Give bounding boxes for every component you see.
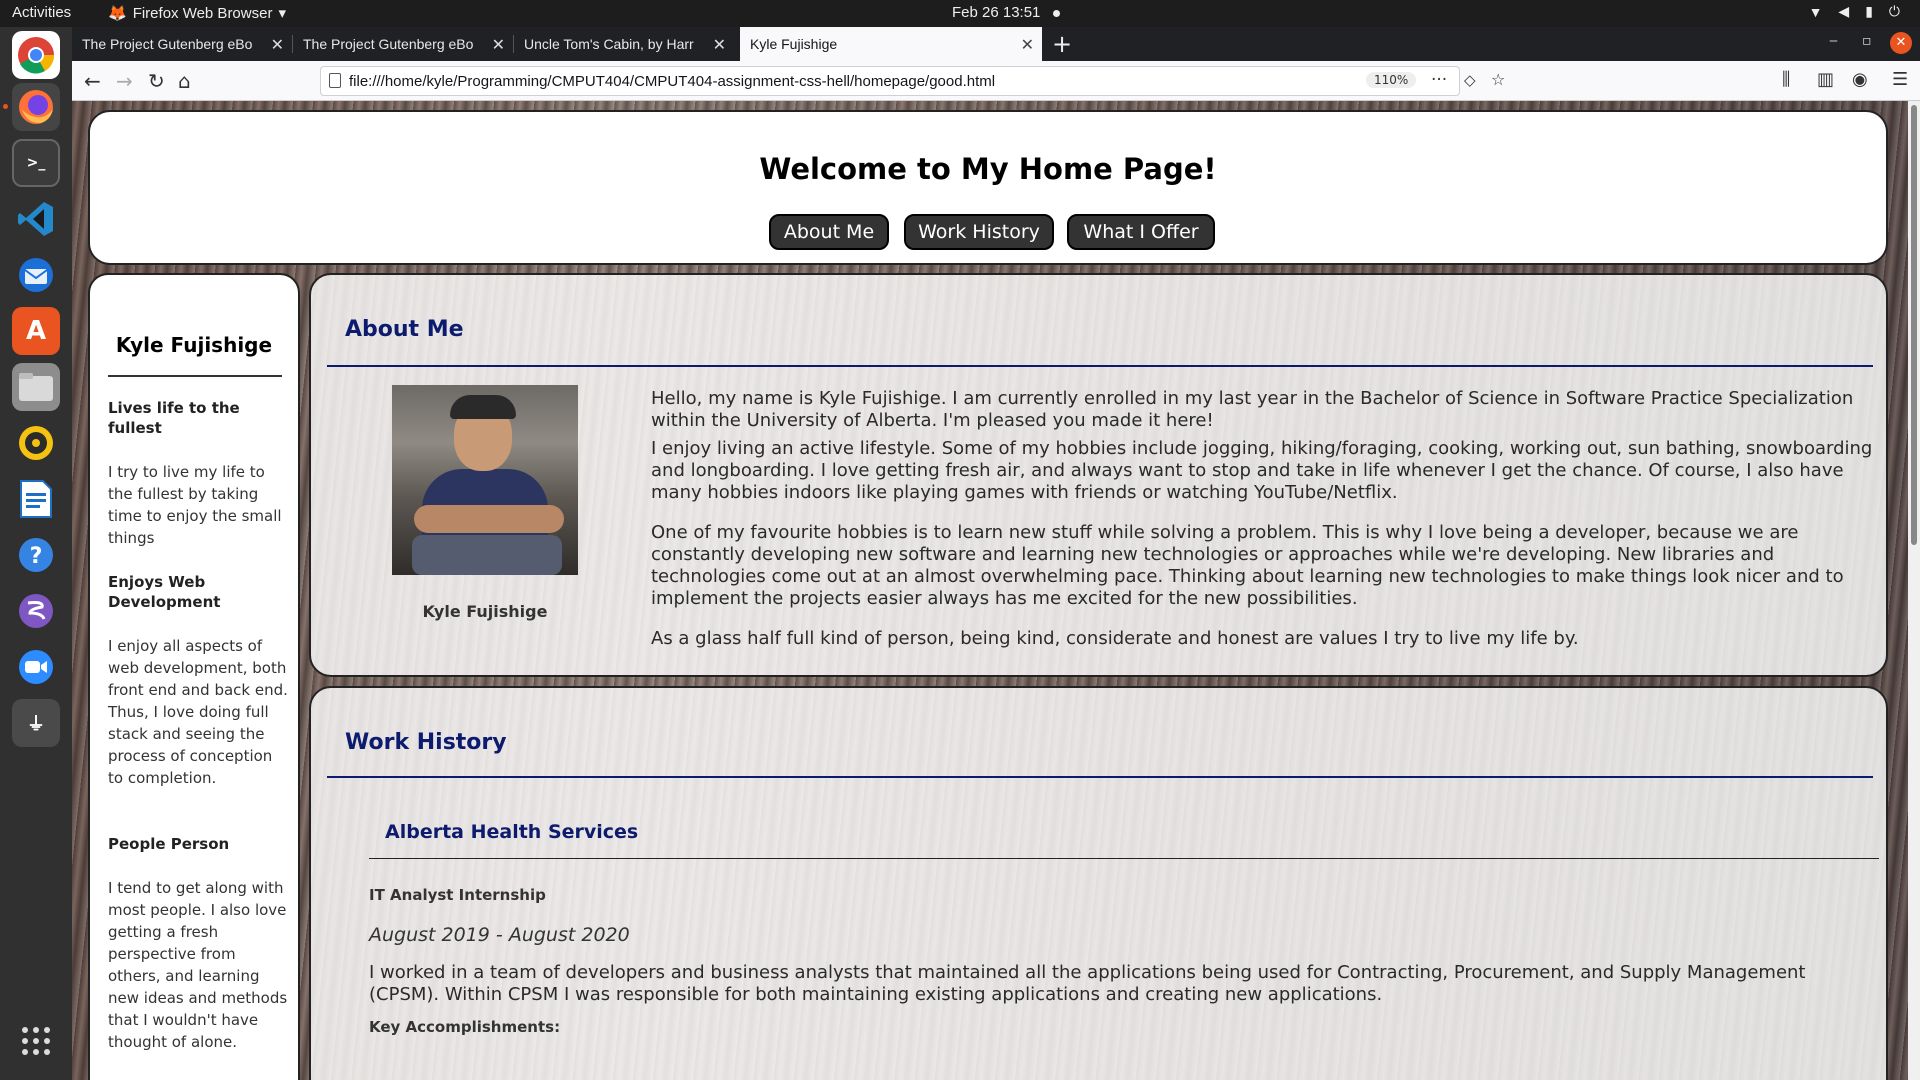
thunderbird-icon[interactable] [12, 251, 60, 299]
pocket-icon[interactable]: ◇ [1464, 71, 1476, 89]
url-text[interactable]: file:///home/kyle/Programming/CMPUT404/C… [349, 73, 995, 90]
volume-icon: ◀ [1838, 3, 1850, 19]
about-me-section: About Me Kyle Fujishige Hello, my name i… [309, 273, 1888, 677]
tab-gutenberg-1[interactable]: The Project Gutenberg eBoo ✕ [72, 27, 292, 61]
sidebar-heading: Lives life to the fullest [108, 399, 240, 437]
account-icon[interactable]: ◉ [1852, 69, 1868, 90]
apps-grid-icon[interactable] [12, 1017, 60, 1065]
firefox-icon: 🦊 [108, 5, 127, 22]
key-accomplishments-label: Key Accomplishments: [369, 1018, 561, 1036]
tab-title: The Project Gutenberg eBoo [303, 36, 473, 52]
files-icon[interactable] [12, 363, 60, 411]
work-history-section: Work History Alberta Health Services IT … [309, 686, 1888, 1080]
more-actions-icon[interactable]: ··· [1431, 70, 1447, 90]
battery-icon: ▮ [1865, 3, 1873, 19]
job-divider [369, 858, 1879, 859]
sidebar-heading: Enjoys Web Development [108, 573, 221, 611]
notification-dot [1053, 10, 1060, 17]
forward-button[interactable]: → [116, 69, 133, 93]
page-icon [329, 73, 341, 88]
close-icon[interactable]: ✕ [492, 35, 505, 55]
app-menu[interactable]: 🦊 Firefox Web Browser ▾ [108, 4, 286, 23]
job-dates: August 2019 - August 2020 [369, 924, 630, 946]
scrollbar-thumb[interactable] [1911, 105, 1917, 545]
writer-icon[interactable] [12, 475, 60, 523]
terminal-icon[interactable]: >_ [12, 139, 60, 187]
tab-title: Kyle Fujishige [750, 36, 838, 52]
chrome-icon[interactable] [12, 31, 60, 79]
menu-icon[interactable]: ☰ [1892, 69, 1908, 90]
section-divider [327, 365, 1873, 367]
bookmark-star-icon[interactable]: ☆ [1491, 70, 1505, 89]
app-name: Firefox Web Browser [132, 4, 273, 22]
system-top-bar: Activities 🦊 Firefox Web Browser ▾ Feb 2… [0, 0, 1920, 27]
chevron-down-icon: ▾ [278, 5, 286, 22]
zoom-icon[interactable] [12, 643, 60, 691]
software-center-icon[interactable]: A [12, 307, 60, 355]
browser-nav-bar: ← → ↻ ⌂ file:///home/kyle/Programming/CM… [72, 61, 1920, 101]
browser-tab-bar: The Project Gutenberg eBoo ✕ The Project… [72, 27, 1920, 61]
home-button[interactable]: ⌂ [178, 69, 191, 93]
minimize-button[interactable]: ‒ [1829, 33, 1838, 49]
about-paragraph: One of my favourite hobbies is to learn … [651, 522, 1844, 609]
sidebar-name: Kyle Fujishige [115, 333, 273, 357]
active-indicator [3, 104, 8, 109]
close-icon[interactable]: ✕ [271, 35, 284, 55]
sidebar-divider [108, 375, 282, 377]
tab-title: Uncle Tom's Cabin, by Harrie [524, 36, 694, 52]
svg-text:?: ? [30, 544, 43, 569]
sidebar-icon[interactable]: ▥ [1817, 69, 1834, 90]
library-icon[interactable]: ⫼ [1782, 69, 1790, 90]
sidebar: Kyle Fujishige Lives life to the fullest… [88, 273, 300, 1080]
url-bar[interactable]: file:///home/kyle/Programming/CMPUT404/C… [320, 66, 1505, 96]
system-tray[interactable]: ▼ ◀ ▮ ⏻ [1809, 3, 1900, 20]
vscode-icon[interactable] [12, 195, 60, 243]
close-icon[interactable]: ✕ [1021, 35, 1034, 55]
sidebar-text: I tend to get along with most people. I … [108, 879, 288, 1051]
page-title: Welcome to My Home Page! [759, 152, 1217, 186]
job-title: IT Analyst Internship [369, 886, 546, 904]
sidebar-text: I enjoy all aspects of web development, … [108, 637, 288, 787]
firefox-dock-icon[interactable] [12, 83, 60, 131]
dock: >_ A ? ⏚ [0, 27, 72, 1080]
tab-uncle-toms-cabin[interactable]: Uncle Tom's Cabin, by Harrie ✕ [514, 27, 734, 61]
nav-work-history[interactable]: Work History [904, 214, 1054, 250]
new-tab-button[interactable]: + [1052, 30, 1072, 58]
about-paragraph: Hello, my name is Kyle Fujishige. I am c… [651, 388, 1854, 431]
section-divider [327, 776, 1873, 778]
header-card: Welcome to My Home Page! About Me Work H… [88, 110, 1888, 265]
rhythmbox-icon[interactable] [12, 419, 60, 467]
nav-about-me[interactable]: About Me [769, 214, 889, 250]
sidebar-heading: People Person [108, 835, 230, 853]
wifi-icon: ▼ [1808, 3, 1823, 20]
power-icon: ⏻ [1888, 3, 1900, 19]
maximize-button[interactable]: ▫ [1862, 33, 1872, 49]
photo-caption: Kyle Fujishige [422, 602, 548, 621]
profile-photo [392, 385, 578, 575]
emacs-icon[interactable] [12, 587, 60, 635]
job-description: I worked in a team of developers and bus… [369, 962, 1806, 1005]
nav-what-i-offer[interactable]: What I Offer [1067, 214, 1215, 250]
about-paragraph: As a glass half full kind of person, bei… [651, 628, 1579, 649]
about-paragraph: I enjoy living an active lifestyle. Some… [651, 438, 1873, 503]
tab-title: The Project Gutenberg eBoo [82, 36, 252, 52]
sidebar-text: I try to live my life to the fullest by … [108, 463, 282, 547]
zoom-level[interactable]: 110% [1366, 72, 1417, 88]
section-heading: About Me [345, 317, 464, 342]
web-page: Welcome to My Home Page! About Me Work H… [72, 101, 1920, 1080]
back-button[interactable]: ← [84, 69, 101, 93]
section-heading: Work History [345, 730, 507, 755]
job-company: Alberta Health Services [385, 821, 639, 843]
usb-drive-icon[interactable]: ⏚ [12, 699, 60, 747]
page-scrollbar[interactable] [1908, 101, 1920, 1080]
window-close-button[interactable]: ✕ [1890, 32, 1912, 54]
tab-kyle-fujishige[interactable]: Kyle Fujishige ✕ [740, 27, 1042, 61]
activities-button[interactable]: Activities [12, 4, 71, 21]
help-icon[interactable]: ? [12, 531, 60, 579]
reload-button[interactable]: ↻ [148, 69, 165, 93]
clock[interactable]: Feb 26 13:51 [952, 4, 1040, 21]
tab-gutenberg-2[interactable]: The Project Gutenberg eBoo ✕ [293, 27, 513, 61]
close-icon[interactable]: ✕ [713, 35, 726, 55]
